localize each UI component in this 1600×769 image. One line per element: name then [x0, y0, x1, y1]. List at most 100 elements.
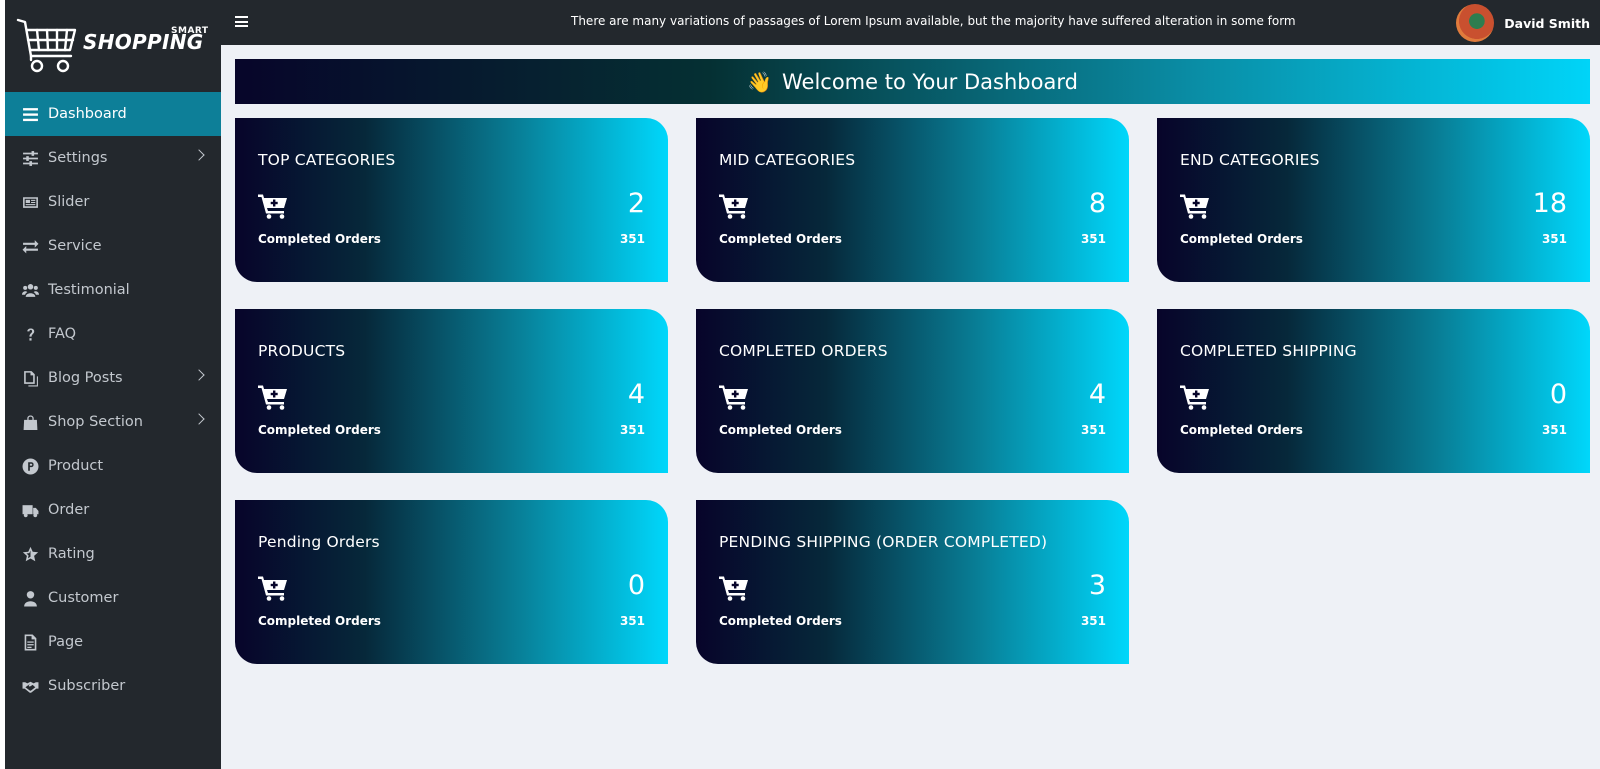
sidebar-item-label: Service [48, 238, 102, 254]
sidebar-item-blog-posts[interactable]: Blog Posts [5, 356, 221, 400]
card-value: 18 [1532, 188, 1567, 219]
sidebar-item-page[interactable]: Page [5, 620, 221, 664]
file-icon [20, 632, 40, 652]
card-value: 0 [1549, 379, 1567, 410]
card-value: 4 [1088, 379, 1106, 410]
star-icon [20, 544, 40, 564]
card-title: COMPLETED ORDERS [719, 342, 888, 360]
sidebar-item-label: Blog Posts [48, 370, 123, 386]
stat-card-pending-shipping[interactable]: PENDING SHIPPING (ORDER COMPLETED) 3 Com… [696, 500, 1129, 664]
stat-card-mid-categories[interactable]: MID CATEGORIES 8 Completed Orders 351 [696, 118, 1129, 282]
sidebar-item-testimonial[interactable]: Testimonial [5, 268, 221, 312]
question-icon [20, 324, 40, 344]
card-count: 351 [1541, 232, 1567, 246]
sidebar-item-product[interactable]: Product [5, 444, 221, 488]
sidebar-item-rating[interactable]: Rating [5, 532, 221, 576]
card-subtitle: Completed Orders [258, 614, 381, 628]
stat-card-top-categories[interactable]: TOP CATEGORIES 2 Completed Orders 351 [235, 118, 668, 282]
exchange-icon [20, 236, 40, 256]
newspaper-icon [20, 192, 40, 212]
card-title: PENDING SHIPPING (ORDER COMPLETED) [719, 533, 1048, 551]
sidebar-item-label: Product [48, 458, 104, 474]
stat-card-end-categories[interactable]: END CATEGORIES 18 Completed Orders 351 [1157, 118, 1590, 282]
card-subtitle: Completed Orders [258, 232, 381, 246]
card-count: 351 [1541, 423, 1567, 437]
card-title: END CATEGORIES [1180, 151, 1320, 169]
card-count: 351 [1080, 614, 1106, 628]
card-value: 0 [627, 570, 645, 601]
avatar[interactable] [1456, 4, 1495, 42]
sidebar-item-dashboard[interactable]: Dashboard [5, 92, 221, 136]
sidebar-item-label: Settings [48, 150, 108, 166]
card-count: 351 [619, 423, 645, 437]
sidebar-item-faq[interactable]: FAQ [5, 312, 221, 356]
card-title: Pending Orders [258, 533, 380, 551]
sidebar-item-label: Rating [48, 546, 95, 562]
cart-plus-icon [258, 193, 288, 219]
waving-hand-icon: 👋 [747, 69, 772, 94]
sidebar-item-label: Testimonial [48, 282, 130, 298]
card-subtitle: Completed Orders [1180, 423, 1303, 437]
shopping-bag-icon [20, 412, 40, 432]
top-bar: There are many variations of passages of… [221, 0, 1600, 45]
brand-logo[interactable]: SMART SHOPPING [5, 0, 221, 92]
card-value: 4 [627, 379, 645, 410]
card-count: 351 [619, 614, 645, 628]
sidebar-item-slider[interactable]: Slider [5, 180, 221, 224]
cart-plus-icon [719, 384, 749, 410]
card-title: PRODUCTS [258, 342, 346, 360]
announcement-marquee: There are many variations of passages of… [571, 14, 1296, 28]
sidebar-item-label: Dashboard [48, 106, 127, 122]
card-subtitle: Completed Orders [1180, 232, 1303, 246]
card-count: 351 [619, 232, 645, 246]
cart-plus-icon [1180, 384, 1210, 410]
sidebar-item-settings[interactable]: Settings [5, 136, 221, 180]
brand-name: SHOPPING [83, 30, 204, 54]
chevron-right-icon [193, 369, 205, 381]
sidebar-item-label: Customer [48, 590, 119, 606]
shopping-cart-logo-icon [16, 18, 77, 73]
card-subtitle: Completed Orders [719, 614, 842, 628]
sidebar-item-label: Order [48, 502, 90, 518]
sidebar: SMART SHOPPING Dashboard Settings Slider… [5, 0, 221, 769]
cart-plus-icon [258, 384, 288, 410]
card-subtitle: Completed Orders [258, 423, 381, 437]
sidebar-item-label: Page [48, 634, 84, 650]
card-title: COMPLETED SHIPPING [1180, 342, 1357, 360]
cart-plus-icon [719, 193, 749, 219]
stat-card-pending-orders[interactable]: Pending Orders 0 Completed Orders 351 [235, 500, 668, 664]
users-icon [20, 280, 40, 300]
card-title: MID CATEGORIES [719, 151, 856, 169]
user-menu[interactable]: David Smith [1456, 4, 1590, 42]
cart-plus-icon [719, 575, 749, 601]
cart-plus-icon [258, 575, 288, 601]
sidebar-item-label: Subscriber [48, 678, 126, 694]
sidebar-item-label: FAQ [48, 326, 77, 342]
sidebar-menu: Dashboard Settings Slider Service Testim… [5, 92, 221, 708]
card-value: 8 [1088, 188, 1106, 219]
sliders-icon [20, 148, 40, 168]
truck-icon [20, 500, 40, 520]
handshake-icon [20, 676, 40, 696]
chevron-right-icon [193, 413, 205, 425]
user-icon [20, 588, 40, 608]
sidebar-item-shop-section[interactable]: Shop Section [5, 400, 221, 444]
banner-title: Welcome to Your Dashboard [781, 69, 1078, 94]
sidebar-item-subscriber[interactable]: Subscriber [5, 664, 221, 708]
sidebar-item-label: Slider [48, 194, 90, 210]
welcome-banner: 👋 Welcome to Your Dashboard [235, 59, 1590, 104]
card-value: 2 [627, 188, 645, 219]
card-title: TOP CATEGORIES [258, 151, 396, 169]
copy-icon [20, 368, 40, 388]
cart-plus-icon [1180, 193, 1210, 219]
card-value: 3 [1088, 570, 1106, 601]
chevron-right-icon [193, 149, 205, 161]
stat-card-completed-orders[interactable]: COMPLETED ORDERS 4 Completed Orders 351 [696, 309, 1129, 473]
sidebar-item-customer[interactable]: Customer [5, 576, 221, 620]
sidebar-item-order[interactable]: Order [5, 488, 221, 532]
menu-toggle-icon[interactable] [235, 16, 248, 27]
stat-card-completed-shipping[interactable]: COMPLETED SHIPPING 0 Completed Orders 35… [1157, 309, 1590, 473]
stat-card-products[interactable]: PRODUCTS 4 Completed Orders 351 [235, 309, 668, 473]
sidebar-item-service[interactable]: Service [5, 224, 221, 268]
card-subtitle: Completed Orders [719, 232, 842, 246]
